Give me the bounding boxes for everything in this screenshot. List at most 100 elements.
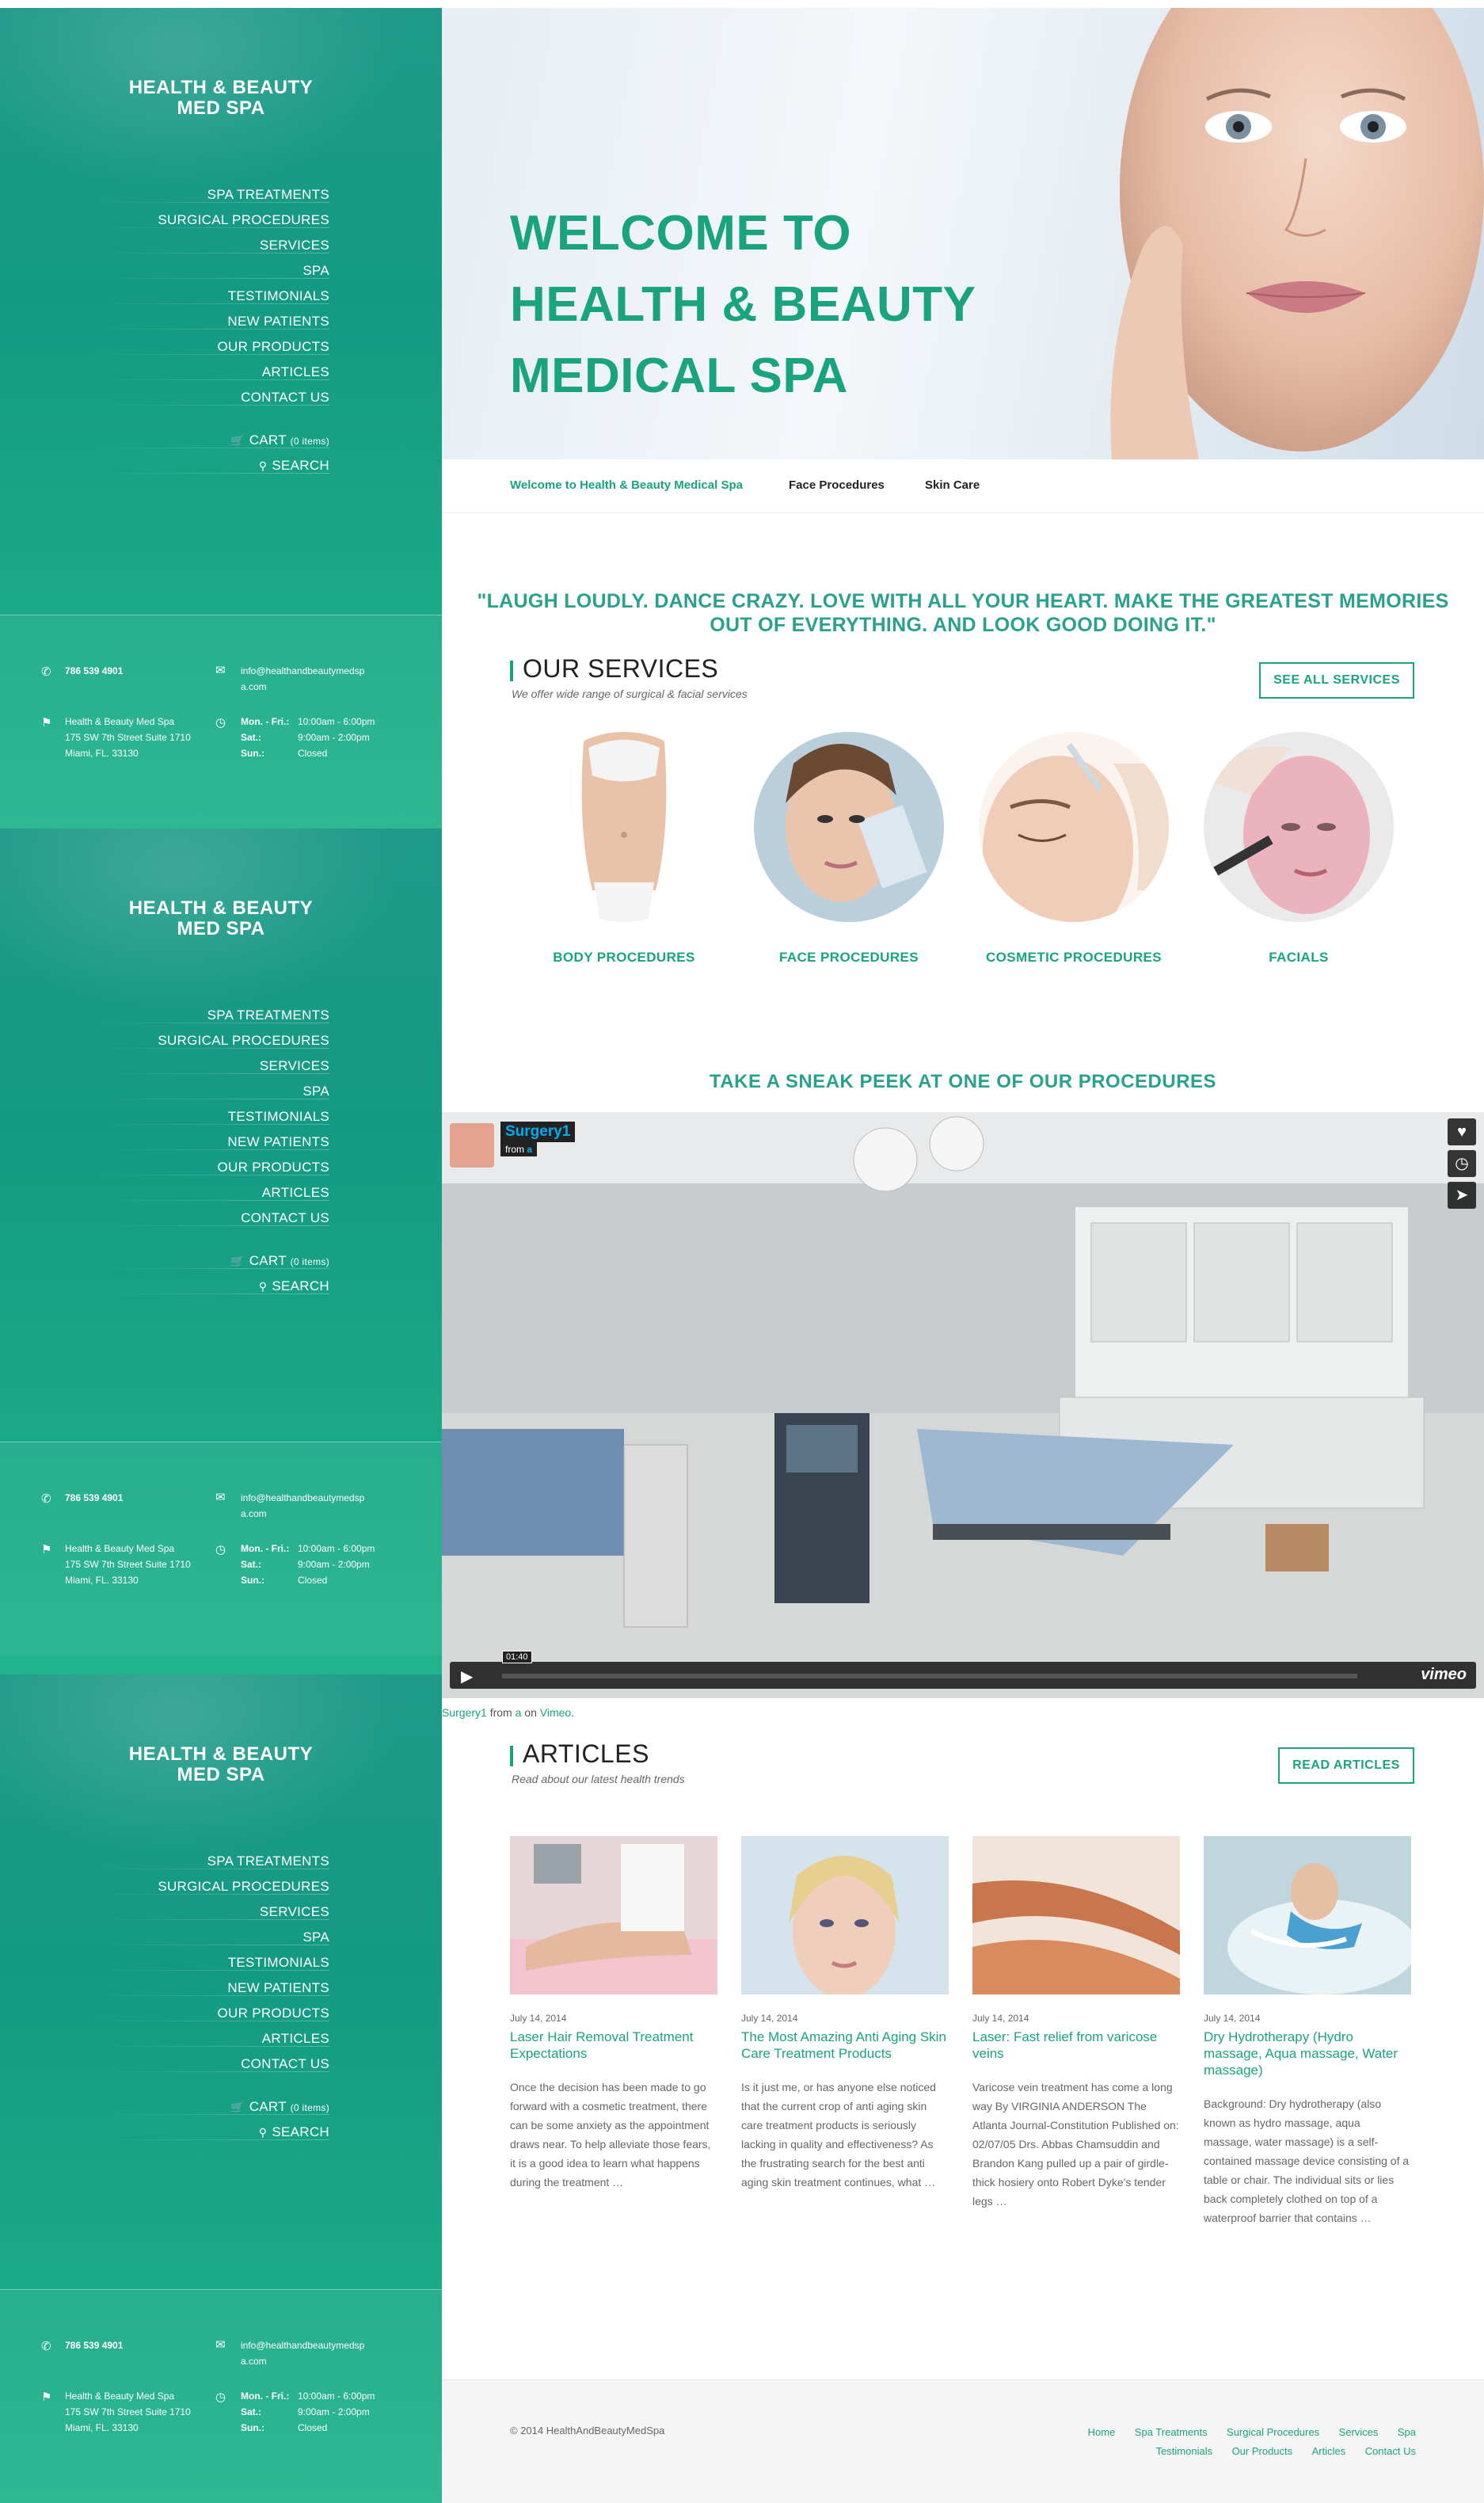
article-title[interactable]: The Most Amazing Anti Aging Skin Care Tr… bbox=[741, 2029, 949, 2062]
read-articles-button[interactable]: READ ARTICLES bbox=[1278, 1747, 1414, 1784]
nav-spa-treatments[interactable]: SPA TREATMENTS bbox=[92, 1849, 329, 1874]
footer-link-our-products[interactable]: Our Products bbox=[1232, 2445, 1293, 2457]
search-link[interactable]: ⚲ SEARCH bbox=[92, 453, 329, 478]
video-progress[interactable] bbox=[502, 1674, 1357, 1678]
cart-link[interactable]: 🛒 CART (0 items) bbox=[92, 1248, 329, 1274]
article-date: July 14, 2014 bbox=[741, 2013, 798, 2024]
article-image[interactable] bbox=[741, 1836, 949, 1998]
nav-spa[interactable]: SPA bbox=[92, 1079, 329, 1104]
nav-articles[interactable]: ARTICLES bbox=[92, 1180, 329, 1206]
nav-our-products[interactable]: OUR PRODUCTS bbox=[92, 2001, 329, 2026]
article-excerpt: Background: Dry hydrotherapy (also known… bbox=[1204, 2097, 1410, 2224]
article-excerpt: Is it just me, or has anyone else notice… bbox=[741, 2081, 936, 2189]
service-label: FACIALS bbox=[1269, 950, 1329, 965]
nav-spa-treatments[interactable]: SPA TREATMENTS bbox=[92, 1003, 329, 1028]
nav-surgical-procedures[interactable]: SURGICAL PROCEDURES bbox=[92, 1028, 329, 1053]
footer-link-surgical-procedures[interactable]: Surgical Procedures bbox=[1227, 2426, 1319, 2438]
nav-spa[interactable]: SPA bbox=[92, 258, 329, 284]
video-title[interactable]: Surgery1 bbox=[500, 1122, 576, 1142]
search-link[interactable]: ⚲ SEARCH bbox=[92, 2120, 329, 2145]
tab-skin-care[interactable]: Skin Care bbox=[925, 478, 980, 492]
facials-image bbox=[1204, 732, 1394, 922]
service-facials[interactable]: FACIALS bbox=[1204, 732, 1394, 966]
video-title-link[interactable]: Surgery1 bbox=[442, 1706, 487, 1719]
cart-link[interactable]: 🛒 CART (0 items) bbox=[92, 2094, 329, 2120]
search-link[interactable]: ⚲ SEARCH bbox=[92, 1274, 329, 1299]
nav-surgical-procedures[interactable]: SURGICAL PROCEDURES bbox=[92, 1874, 329, 1899]
service-body-procedures[interactable]: BODY PROCEDURES bbox=[529, 732, 719, 966]
nav-new-patients[interactable]: NEW PATIENTS bbox=[92, 1975, 329, 2001]
hero-tabs: Welcome to Health & Beauty Medical Spa F… bbox=[442, 459, 1484, 513]
phone-number[interactable]: 786 539 4901 bbox=[65, 663, 123, 679]
footer-link-services[interactable]: Services bbox=[1339, 2426, 1379, 2438]
sidebar: HEALTH & BEAUTY MED SPA SPA TREATMENTS SU… bbox=[0, 8, 442, 829]
nav-our-products[interactable]: OUR PRODUCTS bbox=[92, 334, 329, 360]
vimeo-logo[interactable]: vimeo bbox=[1421, 1666, 1467, 1684]
article-image[interactable] bbox=[510, 1836, 717, 1994]
nav-services[interactable]: SERVICES bbox=[92, 1053, 329, 1079]
email-link[interactable]: info@healthandbeautymedsp a.com bbox=[241, 2337, 364, 2369]
phone-icon: ✆ bbox=[41, 1492, 51, 1506]
nav-services[interactable]: SERVICES bbox=[92, 233, 329, 258]
brand-logo[interactable]: HEALTH & BEAUTY MED SPA bbox=[0, 78, 442, 119]
like-icon[interactable]: ♥ bbox=[1448, 1118, 1476, 1145]
footer-link-home[interactable]: Home bbox=[1088, 2426, 1116, 2438]
tab-face-procedures[interactable]: Face Procedures bbox=[789, 478, 885, 492]
nav-spa-treatments[interactable]: SPA TREATMENTS bbox=[92, 182, 329, 208]
article-date: July 14, 2014 bbox=[510, 2013, 567, 2024]
phone-icon: ✆ bbox=[41, 2340, 51, 2353]
footer-nav: Home Spa Treatments Surgical Procedures … bbox=[1004, 2423, 1416, 2461]
nav-new-patients[interactable]: NEW PATIENTS bbox=[92, 309, 329, 334]
nav-new-patients[interactable]: NEW PATIENTS bbox=[92, 1130, 329, 1155]
nav-surgical-procedures[interactable]: SURGICAL PROCEDURES bbox=[92, 208, 329, 233]
contact-panel: ✆ 786 539 4901 ✉ info@healthandbeautymed… bbox=[0, 1442, 442, 1655]
footer-link-testimonials[interactable]: Testimonials bbox=[1156, 2445, 1213, 2457]
footer-link-spa-treatments[interactable]: Spa Treatments bbox=[1135, 2426, 1208, 2438]
article-title[interactable]: Dry Hydrotherapy (Hydro massage, Aqua ma… bbox=[1204, 2029, 1411, 2078]
article-title[interactable]: Laser: Fast relief from varicose veins bbox=[972, 2029, 1180, 2062]
email-link[interactable]: info@healthandbeautymedsp a.com bbox=[241, 1490, 364, 1522]
phone-number[interactable]: 786 539 4901 bbox=[65, 2337, 123, 2353]
nav-articles[interactable]: ARTICLES bbox=[92, 2026, 329, 2052]
brand-logo[interactable]: HEALTH & BEAUTY MED SPA bbox=[0, 1744, 442, 1785]
play-icon[interactable]: ▶ bbox=[461, 1667, 473, 1686]
tab-welcome[interactable]: Welcome to Health & Beauty Medical Spa bbox=[510, 478, 743, 492]
share-icon[interactable]: ➤ bbox=[1448, 1182, 1476, 1209]
email-link[interactable]: info@healthandbeautymedsp a.com bbox=[241, 663, 364, 695]
quote-text: "LAUGH LOUDLY. DANCE CRAZY. LOVE WITH AL… bbox=[477, 590, 1449, 636]
nav-spa[interactable]: SPA bbox=[92, 1925, 329, 1950]
face-procedures-image bbox=[754, 732, 944, 922]
vimeo-link[interactable]: Vimeo bbox=[540, 1706, 571, 1719]
nav-contact-us[interactable]: CONTACT US bbox=[92, 385, 329, 410]
brand-logo[interactable]: HEALTH & BEAUTY MED SPA bbox=[0, 898, 442, 939]
cart-icon: 🛒 bbox=[230, 2101, 245, 2113]
nav-testimonials[interactable]: TESTIMONIALS bbox=[92, 284, 329, 309]
footer-link-spa[interactable]: Spa bbox=[1398, 2426, 1416, 2438]
uploader-avatar[interactable] bbox=[450, 1123, 494, 1168]
nav-contact-us[interactable]: CONTACT US bbox=[92, 2052, 329, 2077]
sidebar: HEALTH & BEAUTY MED SPA SPA TREATMENTS SU… bbox=[0, 1674, 442, 2503]
article-image[interactable] bbox=[1204, 1836, 1417, 1994]
cart-link[interactable]: 🛒 CART (0 items) bbox=[92, 428, 329, 453]
video-player[interactable]: Surgery1 from a ♥ ◷ ➤ ▶ 01:40 vimeo bbox=[442, 1112, 1484, 1698]
nav-services[interactable]: SERVICES bbox=[92, 1899, 329, 1925]
article-image[interactable] bbox=[972, 1836, 1180, 1994]
nav-testimonials[interactable]: TESTIMONIALS bbox=[92, 1104, 329, 1130]
video-uploader[interactable]: from a bbox=[500, 1142, 538, 1156]
service-cosmetic-procedures[interactable]: COSMETIC PROCEDURES bbox=[979, 732, 1169, 966]
address: Health & Beauty Med Spa 175 SW 7th Street… bbox=[65, 1543, 191, 1586]
nav-contact-us[interactable]: CONTACT US bbox=[92, 1206, 329, 1231]
nav-our-products[interactable]: OUR PRODUCTS bbox=[92, 1155, 329, 1180]
nav-testimonials[interactable]: TESTIMONIALS bbox=[92, 1950, 329, 1975]
articles-title: ARTICLES bbox=[523, 1739, 649, 1768]
articles-subtitle: Read about our latest health trends bbox=[512, 1773, 685, 1785]
article-title[interactable]: Laser Hair Removal Treatment Expectation… bbox=[510, 2029, 717, 2062]
phone-number[interactable]: 786 539 4901 bbox=[65, 1490, 123, 1506]
watch-later-icon[interactable]: ◷ bbox=[1448, 1150, 1476, 1177]
nav-articles[interactable]: ARTICLES bbox=[92, 360, 329, 385]
service-face-procedures[interactable]: FACE PROCEDURES bbox=[754, 732, 944, 966]
footer-link-contact-us[interactable]: Contact Us bbox=[1365, 2445, 1416, 2457]
footer-link-articles[interactable]: Articles bbox=[1312, 2445, 1346, 2457]
location-icon: ⚑ bbox=[41, 1543, 52, 1556]
see-all-services-button[interactable]: SEE ALL SERVICES bbox=[1259, 662, 1414, 699]
